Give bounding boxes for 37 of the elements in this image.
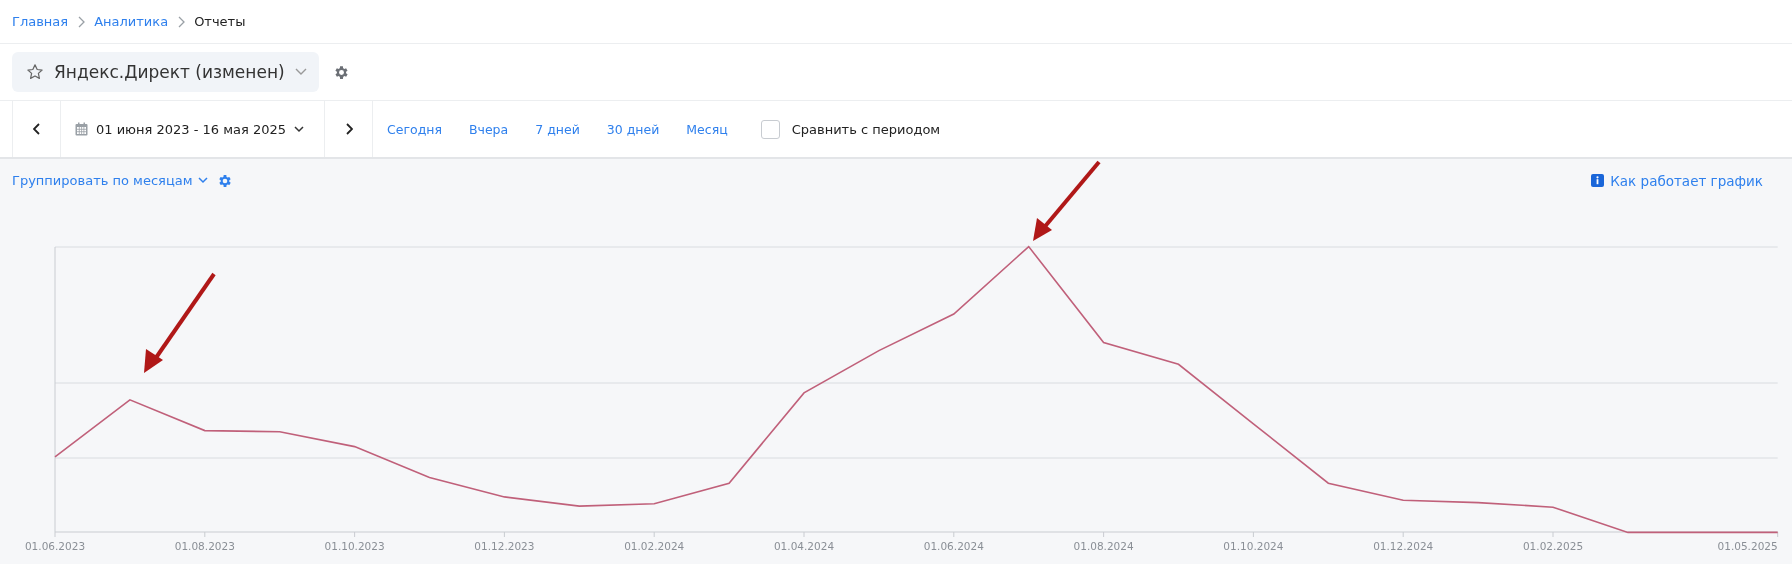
info-icon bbox=[1591, 174, 1605, 187]
axis-label: 01.08.2024 bbox=[1073, 540, 1134, 552]
axis-label: 01.06.2024 bbox=[923, 540, 984, 552]
breadcrumb-link[interactable]: Главная bbox=[12, 14, 69, 29]
calendar-icon bbox=[75, 122, 88, 136]
next-period-button[interactable] bbox=[324, 101, 373, 157]
help-link[interactable]: Как работает график bbox=[1610, 172, 1763, 189]
chevron-down-icon bbox=[294, 68, 307, 76]
grouping-dropdown[interactable]: Группировать по месяцам bbox=[12, 173, 208, 188]
axis-label: 01.04.2024 bbox=[773, 540, 835, 552]
axis-label: 01.10.2023 bbox=[324, 540, 385, 552]
chevron-right-icon bbox=[344, 123, 353, 135]
period-preset-link[interactable]: Месяц bbox=[686, 121, 728, 137]
chevron-down-icon bbox=[294, 125, 305, 133]
axis-label: 01.12.2024 bbox=[1373, 540, 1434, 552]
period-preset-link[interactable]: 7 дней bbox=[535, 121, 580, 137]
settings-icon[interactable] bbox=[332, 63, 350, 81]
chevron-left-icon bbox=[32, 123, 41, 135]
chevron-right-icon bbox=[77, 15, 86, 28]
axis-label: 01.02.2025 bbox=[1522, 540, 1584, 552]
period-preset-link[interactable]: 30 дней bbox=[606, 121, 660, 137]
axis-label: 01.05.2025 bbox=[1717, 540, 1778, 552]
axis-label: 01.06.2023 bbox=[24, 540, 86, 552]
breadcrumb-link[interactable]: Аналитика bbox=[94, 14, 169, 29]
chevron-right-icon bbox=[177, 15, 186, 28]
checkbox-label: Сравнить с периодом bbox=[791, 121, 941, 137]
chevron-down-icon bbox=[197, 177, 208, 184]
checkbox[interactable] bbox=[760, 119, 780, 139]
axis-label: 01.02.2024 bbox=[624, 540, 685, 552]
period-preset-link[interactable]: Вчера bbox=[468, 121, 509, 137]
axis-label: 01.12.2023 bbox=[474, 540, 535, 552]
report-selector[interactable]: Яндекс.Директ (изменен) bbox=[12, 52, 319, 92]
period-preset-link[interactable]: Сегодня bbox=[387, 121, 442, 137]
axis-label: 01.10.2024 bbox=[1223, 540, 1284, 552]
axis-label: 01.08.2023 bbox=[174, 540, 235, 552]
breadcrumb-current: Отчеты bbox=[194, 14, 246, 29]
previous-period-button[interactable] bbox=[12, 101, 61, 157]
